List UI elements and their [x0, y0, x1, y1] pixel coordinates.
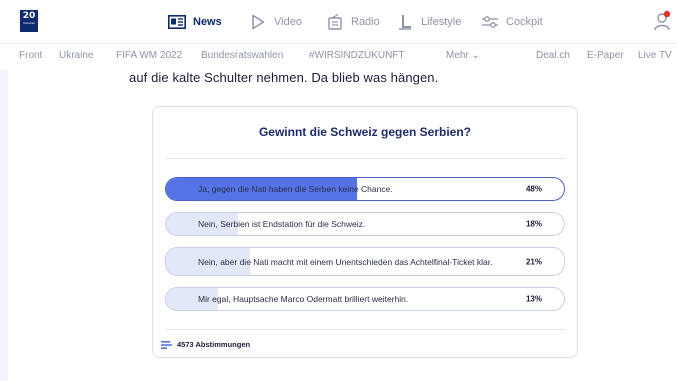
poll-option[interactable]: Nein, aber die Nati macht mit einem Unen… — [165, 247, 565, 276]
subnav-more-dropdown[interactable]: Mehr ⌄ — [446, 50, 480, 61]
nav-item-video[interactable]: Video — [249, 12, 302, 32]
divider — [166, 329, 566, 330]
nav-label: News — [193, 16, 222, 28]
subnav-link-epaper[interactable]: E-Paper — [587, 50, 624, 61]
vote-count-label: 4573 Abstimmungen — [177, 340, 251, 349]
nav-label: Radio — [351, 16, 380, 28]
subnav-link-fifa-wm[interactable]: FIFA WM 2022 — [116, 50, 182, 61]
poll-option-percent: 48% — [525, 184, 542, 194]
poll-option-percent: 13% — [525, 294, 542, 304]
radio-icon — [326, 14, 344, 30]
nav-item-news[interactable]: News — [168, 12, 222, 32]
nav-label: Cockpit — [506, 16, 543, 28]
bar-chart-icon — [161, 340, 172, 349]
poll-card: Gewinnt die Schweiz gegen Serbien? Ja, g… — [152, 106, 578, 358]
poll-option-percent: 21% — [525, 257, 542, 266]
lifestyle-icon — [396, 14, 414, 30]
nav-item-radio[interactable]: Radio — [326, 12, 380, 32]
site-logo[interactable]: 20 minuten — [20, 10, 38, 32]
logo-subtext: minuten — [22, 21, 36, 25]
subnav-link-live-tv[interactable]: Live TV — [638, 50, 672, 61]
subnav-link-deal[interactable]: Deal.ch — [536, 50, 570, 61]
vote-count: 4573 Abstimmungen — [161, 340, 250, 349]
news-icon — [168, 14, 186, 30]
user-account-icon[interactable] — [653, 10, 671, 32]
divider — [166, 158, 566, 159]
cockpit-icon — [481, 14, 499, 30]
poll-option-label: Mir egal, Hauptsache Marco Odermatt bril… — [198, 294, 409, 304]
left-sidebar-strip — [0, 70, 8, 381]
logo-text: 20 — [22, 11, 36, 21]
poll-option[interactable]: Nein, Serbien ist Endstation für die Sch… — [165, 212, 565, 236]
article-text: auf die kalte Schulter nehmen. Da blieb … — [129, 70, 439, 85]
poll-option-label: Ja, gegen die Nati haben die Serben kein… — [198, 184, 393, 194]
poll-option[interactable]: Mir egal, Hauptsache Marco Odermatt bril… — [165, 287, 565, 311]
subnav-link-wirsindzukunft[interactable]: #WIRSINDZUKUNFT — [309, 50, 405, 61]
sub-navigation: Front Ukraine FIFA WM 2022 Bundesratswah… — [0, 44, 677, 70]
poll-option-label: Nein, aber die Nati macht mit einem Unen… — [198, 256, 493, 267]
nav-label: Video — [274, 16, 302, 28]
poll-question: Gewinnt die Schweiz gegen Serbien? — [258, 125, 472, 139]
poll-option-percent: 18% — [525, 219, 542, 229]
play-icon — [249, 14, 267, 30]
nav-item-lifestyle[interactable]: Lifestyle — [396, 12, 461, 32]
poll-option-label: Nein, Serbien ist Endstation für die Sch… — [198, 219, 366, 229]
subnav-link-front[interactable]: Front — [19, 50, 42, 61]
nav-label: Lifestyle — [421, 16, 462, 28]
subnav-link-bundesratswahlen[interactable]: Bundesratswahlen — [201, 50, 283, 61]
subnav-link-ukraine[interactable]: Ukraine — [59, 50, 93, 61]
top-navigation: 20 minuten News Video Radio Lifestyle Co… — [0, 0, 677, 44]
poll-option[interactable]: Ja, gegen die Nati haben die Serben kein… — [165, 177, 565, 201]
nav-item-cockpit[interactable]: Cockpit — [481, 12, 543, 32]
